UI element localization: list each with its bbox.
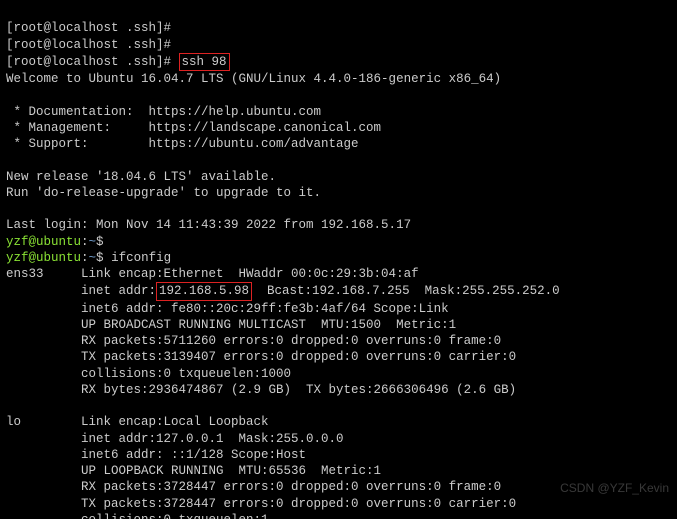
lo-line: TX packets:3728447 errors:0 dropped:0 ov…: [6, 497, 516, 511]
ens33-line: UP BROADCAST RUNNING MULTICAST MTU:1500 …: [6, 318, 456, 332]
ens33-line: RX packets:5711260 errors:0 dropped:0 ov…: [6, 334, 501, 348]
ens33-line: inet6 addr: fe80::20c:29ff:fe3b:4af/64 S…: [6, 302, 449, 316]
prompt-dollar: $: [96, 251, 104, 265]
doc-line: * Documentation: https://help.ubuntu.com: [6, 105, 321, 119]
prompt-user: yzf@ubuntu: [6, 235, 81, 249]
prompt-root: [root@localhost .ssh]#: [6, 55, 171, 69]
lo-line: collisions:0 txqueuelen:1: [6, 513, 269, 519]
lo-line: RX packets:3728447 errors:0 dropped:0 ov…: [6, 480, 501, 494]
last-login: Last login: Mon Nov 14 11:43:39 2022 fro…: [6, 218, 411, 232]
terminal-output[interactable]: [root@localhost .ssh]# [root@localhost .…: [0, 0, 677, 519]
prompt-cwd: ~: [89, 235, 97, 249]
ens33-line: RX bytes:2936474867 (2.9 GB) TX bytes:26…: [6, 383, 516, 397]
prompt-dollar: $: [96, 235, 104, 249]
inet-addr-highlight: 192.168.5.98: [156, 282, 252, 300]
ens33-line: ens33 Link encap:Ethernet HWaddr 00:0c:2…: [6, 267, 419, 281]
lo-line: inet addr:127.0.0.1 Mask:255.0.0.0: [6, 432, 344, 446]
ifconfig-command: ifconfig: [111, 251, 171, 265]
lo-line: UP LOOPBACK RUNNING MTU:65536 Metric:1: [6, 464, 381, 478]
prompt-sep: :: [81, 235, 89, 249]
prompt-user: yzf@ubuntu: [6, 251, 81, 265]
prompt-root: [root@localhost .ssh]#: [6, 38, 171, 52]
release-line: New release '18.04.6 LTS' available.: [6, 170, 276, 184]
prompt-sep: :: [81, 251, 89, 265]
lo-line: lo Link encap:Local Loopback: [6, 415, 269, 429]
ens33-line: TX packets:3139407 errors:0 dropped:0 ov…: [6, 350, 516, 364]
mgmt-line: * Management: https://landscape.canonica…: [6, 121, 381, 135]
watermark: CSDN @YZF_Kevin: [560, 481, 669, 497]
support-line: * Support: https://ubuntu.com/advantage: [6, 137, 359, 151]
lo-line: inet6 addr: ::1/128 Scope:Host: [6, 448, 306, 462]
ssh-command-highlight: ssh 98: [179, 53, 230, 71]
release-line: Run 'do-release-upgrade' to upgrade to i…: [6, 186, 321, 200]
ens33-line: Bcast:192.168.7.255 Mask:255.255.252.0: [252, 284, 560, 298]
prompt-cwd: ~: [89, 251, 97, 265]
ens33-line: collisions:0 txqueuelen:1000: [6, 367, 291, 381]
ens33-line: inet addr:: [6, 284, 156, 298]
welcome-line: Welcome to Ubuntu 16.04.7 LTS (GNU/Linux…: [6, 72, 501, 86]
prompt-root: [root@localhost .ssh]#: [6, 21, 171, 35]
